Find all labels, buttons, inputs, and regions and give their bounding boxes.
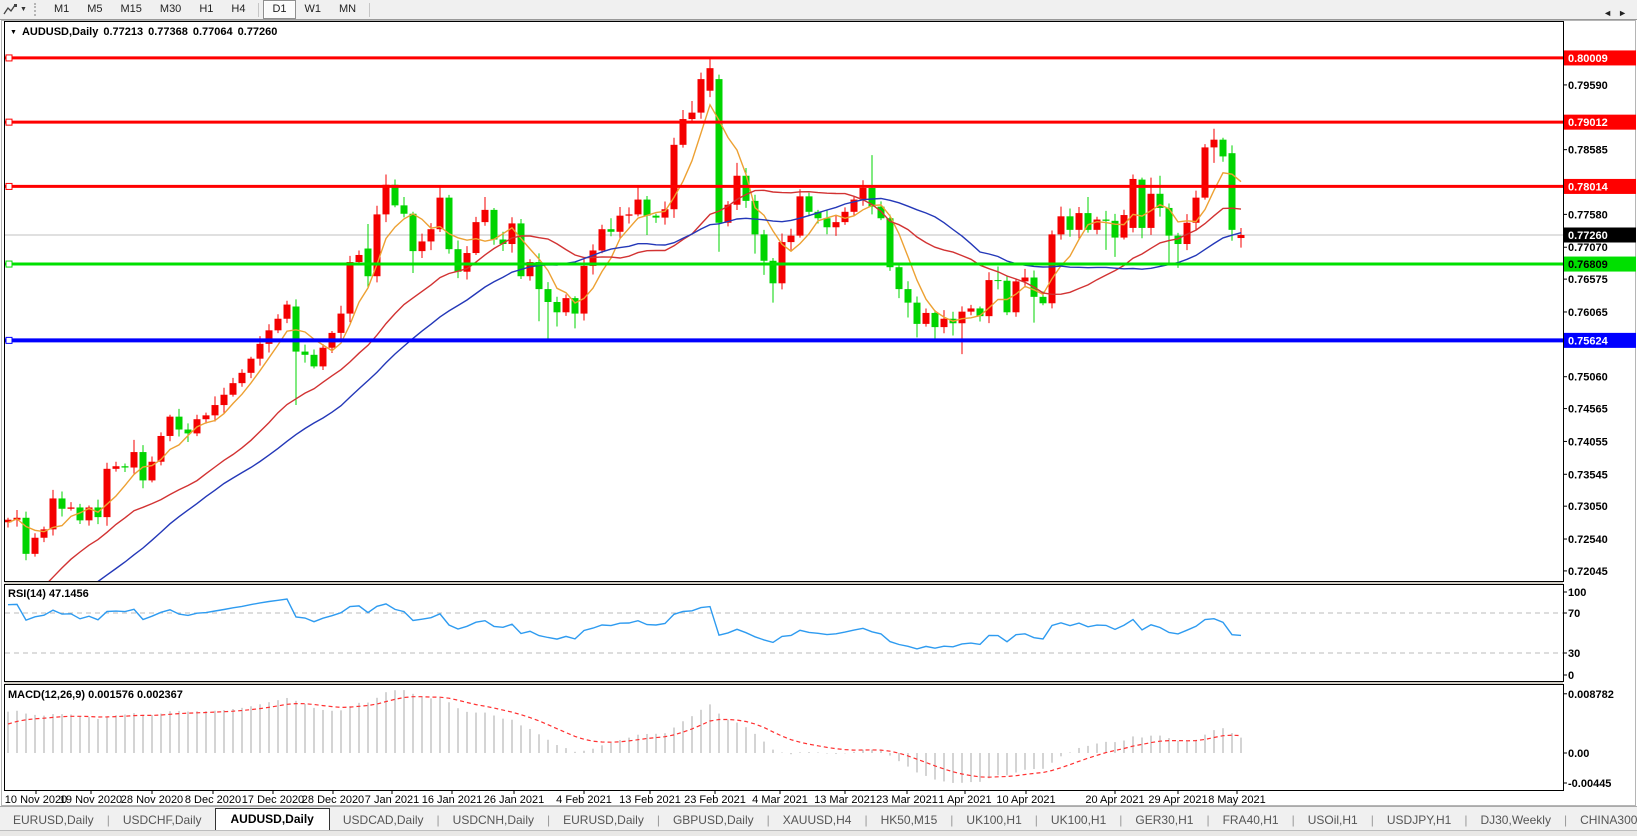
ohlc-low: 0.77064: [192, 26, 233, 38]
date-axis-label: 13 Mar 2021: [814, 794, 876, 806]
date-axis-label: 28 Nov 2020: [121, 794, 183, 806]
date-axis-label: 8 Dec 2020: [185, 794, 241, 806]
chart-tab-dj30-weekly[interactable]: DJ30,Weekly: [1467, 810, 1563, 831]
svg-text:0.77260: 0.77260: [1568, 230, 1608, 242]
date-axis-label: 1 Apr 2021: [938, 794, 991, 806]
chart-tab-xauusd-h4[interactable]: XAUUSD,H4: [770, 810, 865, 831]
date-axis-label: 8 May 2021: [1208, 794, 1265, 806]
timeframe-button-m15[interactable]: M15: [112, 0, 151, 19]
toolbar-grip-handle[interactable]: [33, 3, 41, 16]
collapse-caret-icon[interactable]: ▼: [10, 29, 17, 36]
price-axis-tick: 0.73050: [1568, 501, 1608, 513]
price-axis-tick: 0.76575: [1568, 274, 1608, 286]
price-axis-tick: 0.75060: [1568, 372, 1608, 384]
line-studies-icon[interactable]: [0, 2, 20, 18]
timeframe-button-m5[interactable]: M5: [78, 0, 111, 19]
tab-scroll-left-button[interactable]: ◄: [1603, 8, 1618, 18]
svg-text:0.78014: 0.78014: [1568, 181, 1609, 193]
svg-text:0.79012: 0.79012: [1568, 117, 1608, 129]
rsi-axis-tick: 0: [1568, 670, 1574, 682]
macd-axis-tick: -0.00445: [1568, 778, 1611, 790]
date-axis-label: 17 Dec 2020: [242, 794, 304, 806]
timeframe-button-h4[interactable]: H4: [222, 0, 254, 19]
toolbar-separator: [258, 2, 260, 17]
toolbar: ▼ M1 M5 M15 M30 H1 H4 D1 W1 MN: [0, 0, 1637, 20]
price-axis-tick: 0.72045: [1568, 566, 1608, 578]
date-axis-label: 26 Jan 2021: [484, 794, 545, 806]
macd-axis-tick: 0.00: [1568, 748, 1589, 760]
price-axis-tick: 0.76065: [1568, 307, 1608, 319]
chevron-down-icon[interactable]: ▼: [20, 6, 27, 13]
status-bar: [0, 830, 1637, 836]
chart-tab-bar: EURUSD,Daily | USDCHF,Daily AUDUSD,Daily USD…: [0, 806, 1637, 831]
price-axis-tick: 0.72540: [1568, 534, 1608, 546]
chart-tab-usdcad-daily[interactable]: USDCAD,Daily: [330, 810, 437, 831]
tab-scroll-right-button[interactable]: ►: [1618, 8, 1633, 18]
rsi-axis-tick: 100: [1568, 587, 1586, 599]
chart-tab-audusd-daily[interactable]: AUDUSD,Daily: [214, 808, 330, 831]
chart-tab-usoil-h1[interactable]: USOil,H1: [1295, 810, 1371, 831]
timeframe-button-w1[interactable]: W1: [296, 0, 331, 19]
chart-canvas[interactable]: 0.79590 0.78585 0.77580 0.77070 0.76575 0.760…: [0, 0, 1637, 806]
chart-tab-ger30-h1[interactable]: GER30,H1: [1122, 810, 1206, 831]
date-axis-label: 4 Feb 2021: [556, 794, 612, 806]
date-axis-label: 10 Apr 2021: [996, 794, 1055, 806]
chart-title: ▼ AUDUSD,Daily 0.77213 0.77368 0.77064 0…: [10, 26, 277, 38]
timeframe-button-m1[interactable]: M1: [45, 0, 78, 19]
price-axis-tick: 0.77070: [1568, 242, 1608, 254]
date-axis-label: 16 Jan 2021: [422, 794, 483, 806]
chart-tab-gbpusd-daily[interactable]: GBPUSD,Daily: [660, 810, 767, 831]
ohlc-close: 0.77260: [237, 26, 278, 38]
rsi-axis-tick: 70: [1568, 608, 1580, 620]
rsi-indicator-label: RSI(14) 47.1456: [8, 588, 89, 600]
date-axis-label: 7 Jan 2021: [365, 794, 419, 806]
timeframe-button-mn[interactable]: MN: [330, 0, 365, 19]
tab-scroll-arrows: ◄►: [1597, 8, 1633, 18]
chart-tab-usdcnh-daily[interactable]: USDCNH,Daily: [440, 810, 547, 831]
price-axis-tick: 0.79590: [1568, 80, 1608, 92]
date-axis-label: 23 Mar 2021: [876, 794, 938, 806]
chart-tab-uk100-h1[interactable]: UK100,H1: [1038, 810, 1119, 831]
svg-text:0.80009: 0.80009: [1568, 53, 1608, 65]
chart-symbol: AUDUSD,Daily: [21, 26, 99, 38]
timeframe-button-h1[interactable]: H1: [190, 0, 222, 19]
date-axis-label: 20 Apr 2021: [1085, 794, 1144, 806]
date-axis-label: 4 Mar 2021: [752, 794, 808, 806]
chart-tab-uk100-h1[interactable]: UK100,H1: [953, 810, 1034, 831]
chart-tab-china300-h1[interactable]: CHINA300,H1: [1567, 810, 1637, 831]
date-axis-label: 29 Apr 2021: [1148, 794, 1207, 806]
price-axis-tick: 0.77580: [1568, 209, 1608, 221]
price-axis-tick: 0.74565: [1568, 404, 1608, 416]
date-axis-label: 10 Nov 2020: [5, 794, 67, 806]
toolbar-separator: [369, 2, 371, 17]
ohlc-open: 0.77213: [103, 26, 144, 38]
chart-tab-eurusd-daily[interactable]: EURUSD,Daily: [0, 810, 107, 831]
macd-values: 0.001576 0.002367: [88, 689, 183, 701]
timeframe-button-m30[interactable]: M30: [151, 0, 190, 19]
price-axis-tick: 0.78585: [1568, 145, 1608, 157]
chart-tab-eurusd-daily[interactable]: EURUSD,Daily: [550, 810, 657, 831]
price-axis-tick: 0.73545: [1568, 469, 1608, 481]
price-axis-tick: 0.74055: [1568, 436, 1608, 448]
timeframe-buttons: M1 M5 M15 M30 H1 H4 D1 W1 MN: [45, 0, 374, 19]
ohlc-high: 0.77368: [148, 26, 188, 38]
date-axis-label: 13 Feb 2021: [619, 794, 681, 806]
date-axis-label: 23 Feb 2021: [684, 794, 746, 806]
chart-tab-usdchf-daily[interactable]: USDCHF,Daily: [110, 810, 215, 831]
chart-tab-usdjpy-h1[interactable]: USDJPY,H1: [1374, 810, 1464, 831]
chart-tab-hk50-m15[interactable]: HK50,M15: [868, 810, 951, 831]
svg-text:0.75624: 0.75624: [1568, 335, 1609, 347]
chart-tab-fra40-h1[interactable]: FRA40,H1: [1210, 810, 1292, 831]
date-axis-label: 19 Nov 2020: [60, 794, 122, 806]
macd-indicator-label: MACD(12,26,9) 0.001576 0.002367: [8, 689, 183, 701]
rsi-axis-tick: 30: [1568, 648, 1580, 660]
date-axis-label: 28 Dec 2020: [302, 794, 364, 806]
macd-axis-tick: 0.008782: [1568, 689, 1614, 701]
rsi-value: 47.1456: [48, 588, 89, 600]
svg-text:0.76809: 0.76809: [1568, 259, 1608, 271]
mt4-window: ▼ M1 M5 M15 M30 H1 H4 D1 W1 MN 0.79590 0.78585 0.7…: [0, 0, 1637, 836]
timeframe-button-d1[interactable]: D1: [263, 0, 296, 19]
